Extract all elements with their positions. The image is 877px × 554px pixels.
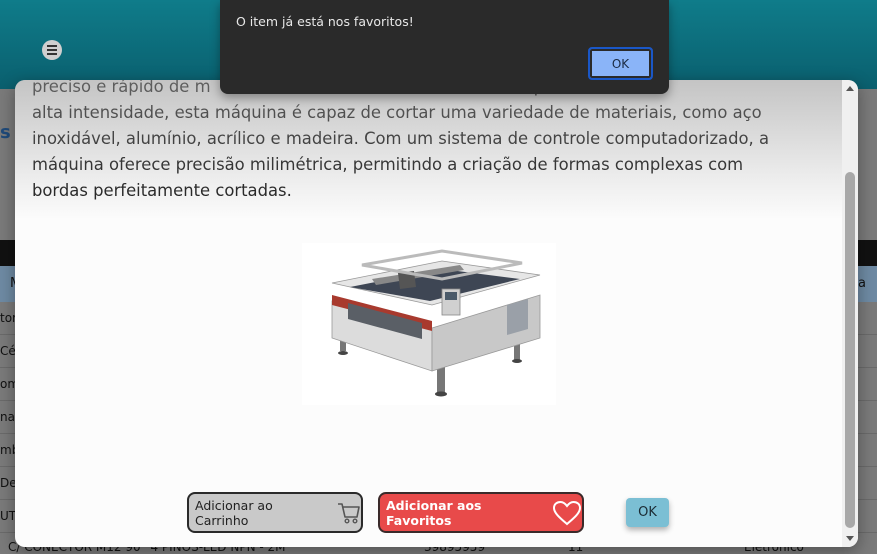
description-line: inoxidável, alumínio, acrílico e madeira…	[32, 129, 770, 148]
description-line: bordas perfeitamente cortadas.	[32, 181, 292, 200]
add-to-cart-button[interactable]: Adicionar ao Carrinho	[187, 492, 363, 533]
add-to-favorites-label: Adicionar aos Favoritos	[386, 497, 482, 528]
heart-icon	[552, 500, 582, 526]
scroll-thumb[interactable]	[845, 172, 855, 528]
add-to-favorites-button[interactable]: Adicionar aos Favoritos	[378, 492, 584, 533]
cart-icon	[337, 501, 361, 525]
alert-message: O item já está nos favoritos!	[236, 14, 414, 29]
scroll-down-arrow-icon[interactable]	[846, 536, 854, 541]
alert-dialog: O item já está nos favoritos! OK	[220, 0, 669, 94]
description-line: máquina oferece precisão milimétrica, pe…	[32, 155, 744, 174]
table-header-last: a	[858, 276, 866, 291]
alert-ok-button[interactable]: OK	[588, 47, 653, 80]
add-to-cart-label: Adicionar ao Carrinho	[195, 497, 273, 528]
modal-ok-button[interactable]: OK	[626, 498, 669, 527]
product-modal: preciso e rápido de m potente laser de a…	[15, 80, 858, 547]
description-line: alta intensidade, esta máquina é capaz d…	[32, 103, 762, 122]
product-image	[302, 243, 556, 405]
hamburger-menu-icon[interactable]	[42, 40, 62, 60]
page-partial-text: s	[0, 122, 11, 143]
scroll-up-arrow-icon[interactable]	[846, 86, 854, 91]
product-description: preciso e rápido de m potente laser de a…	[32, 80, 822, 204]
modal-scrollbar[interactable]	[842, 80, 858, 547]
